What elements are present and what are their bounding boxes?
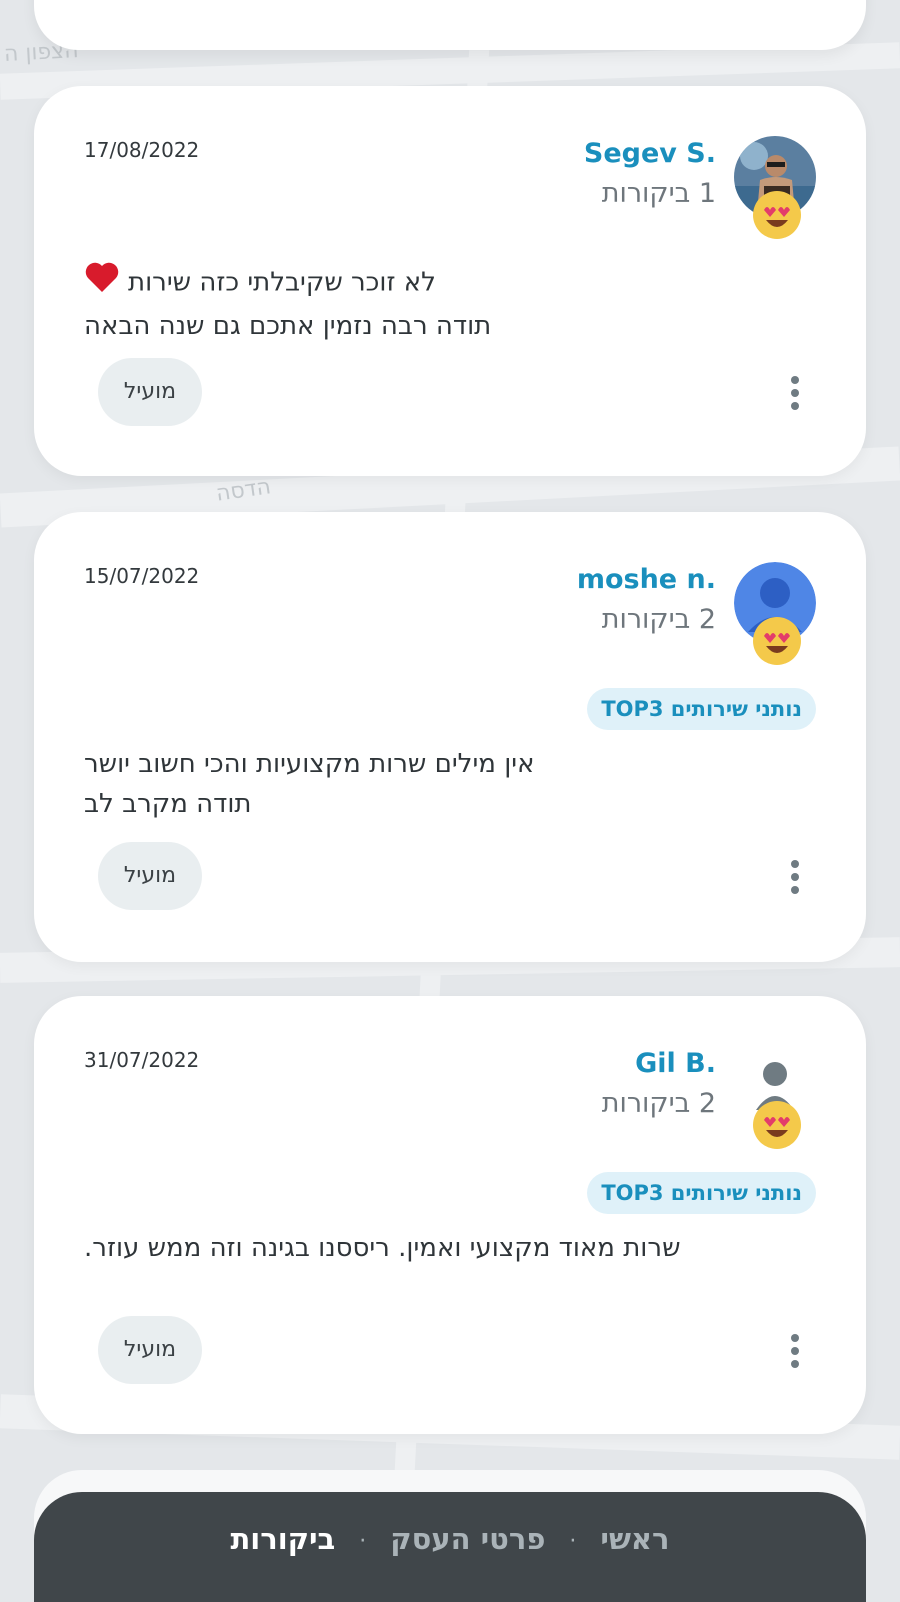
heart-eyes-emoji-icon: [752, 190, 802, 240]
review-text-line: שרות מאוד מקצועי ואמין. ריססנו בגינה וזה…: [84, 1233, 681, 1263]
review-text-line: אין מילים שרות מקצועיות והכי חשוב יושר: [84, 749, 535, 779]
review-card: Gil B. 2 ביקורות 31/07/2022 נותני שירותי…: [34, 996, 866, 1434]
reviewer-review-count: 2 ביקורות: [601, 604, 716, 635]
helpful-button[interactable]: מועיל: [98, 358, 202, 426]
review-text: שרות מאוד מקצועי ואמין. ריססנו בגינה וזה…: [84, 1228, 816, 1268]
nav-separator: ·: [359, 1528, 367, 1554]
nav-item-business-details[interactable]: פרטי העסק: [390, 1522, 545, 1556]
more-options-icon[interactable]: [788, 376, 802, 416]
nav-item-reviews[interactable]: ביקורות: [230, 1522, 335, 1556]
red-heart-icon: [84, 260, 120, 306]
bottom-navigation: ראשי · פרטי העסק · ביקורות: [34, 1492, 866, 1602]
top3-badge: נותני שירותים TOP3: [587, 688, 816, 730]
helpful-button[interactable]: מועיל: [98, 1316, 202, 1384]
nav-separator: ·: [569, 1528, 577, 1554]
heart-eyes-emoji-icon: [752, 616, 802, 666]
review-text: לא זוכר שקיבלתי כזה שירות תודה רבה נזמין…: [84, 260, 816, 346]
review-text-line: תודה מקרב לב: [84, 789, 252, 819]
helpful-button[interactable]: מועיל: [98, 842, 202, 910]
review-card: moshe n. 2 ביקורות 15/07/2022 נותני שירו…: [34, 512, 866, 962]
nav-item-home[interactable]: ראשי: [600, 1522, 669, 1556]
review-text-line: לא זוכר שקיבלתי כזה שירות: [84, 260, 816, 306]
reviewer-review-count: 2 ביקורות: [601, 1088, 716, 1119]
reviewer-name[interactable]: Gil B.: [635, 1048, 716, 1079]
more-options-icon[interactable]: [788, 1334, 802, 1374]
review-card: Segev S. 1 ביקורות 17/08/2022 לא זוכר שק…: [34, 86, 866, 476]
reviewer-review-count: 1 ביקורות: [601, 178, 716, 209]
review-text: אין מילים שרות מקצועיות והכי חשוב יושר ת…: [84, 744, 816, 824]
reviewer-name[interactable]: moshe n.: [577, 564, 716, 595]
review-date: 31/07/2022: [84, 1048, 200, 1072]
heart-eyes-emoji-icon: [752, 1100, 802, 1150]
review-date: 15/07/2022: [84, 564, 200, 588]
review-date: 17/08/2022: [84, 138, 200, 162]
previous-card-edge: [34, 0, 866, 50]
review-text-line: תודה רבה נזמין אתכם גם שנה הבאה: [84, 311, 492, 341]
more-options-icon[interactable]: [788, 860, 802, 900]
top3-badge: נותני שירותים TOP3: [587, 1172, 816, 1214]
reviewer-name[interactable]: Segev S.: [584, 138, 716, 169]
nav-items: ראשי · פרטי העסק · ביקורות: [34, 1522, 866, 1556]
